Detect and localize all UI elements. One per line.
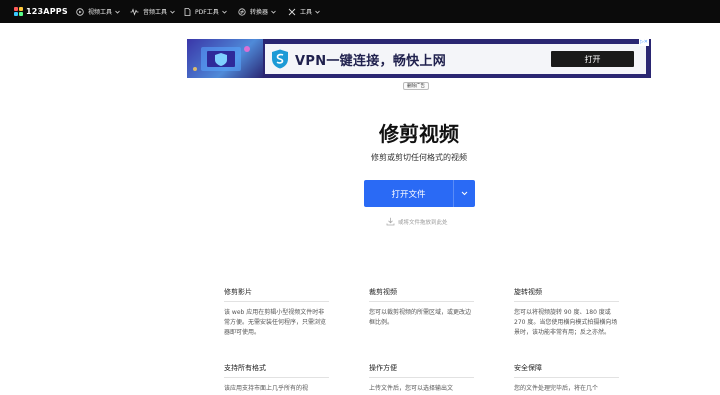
feature-title: 安全保障 [514,363,619,378]
feature-title: 支持所有格式 [224,363,329,378]
drop-zone-hint[interactable]: 或将文件拖放到此处 [386,217,448,226]
feature-title: 修剪影片 [224,287,329,302]
open-options-dropdown[interactable] [454,180,475,207]
download-icon [386,217,395,226]
page-title: 修剪视频 [379,122,459,146]
drop-hint-text: 或将文件拖放到此处 [398,219,448,226]
feature-description: 您的文件处理完毕后，将在几个 [514,385,599,392]
logo-text: 123APPS [26,7,68,16]
nav-label: 转换器 [250,9,269,16]
feature-description: 该应用支持市面上几乎所有的视 [224,385,309,392]
chevron-down-icon [461,191,468,196]
feature-card: 旋转视频 您可以将视频旋转 90 度、180 度或 270 度。当您使用横向模式… [514,287,619,338]
top-nav-bar: 123APPS 视频工具 音频工具 PDF工具 转换器 工具 [0,0,720,23]
nav-label: 工具 [300,9,313,16]
ad-headline: VPN一键连接，畅快上网 [295,53,447,69]
feature-card: 修剪影片 该 web 应用在剪辑小型视频文件时非常方便。无需安装任何程序，只需浏… [224,287,329,338]
nav-audio-tools[interactable]: 音频工具 [130,7,175,16]
nav-label: PDF工具 [195,9,219,16]
chevron-down-icon [170,10,175,14]
nav-label: 音频工具 [143,9,168,16]
nav-tools[interactable]: 工具 [288,7,320,16]
audio-wave-icon [130,7,139,16]
feature-description: 您可以将视频旋转 90 度、180 度或 270 度。当您使用横向模式拍摄横向场… [514,309,618,336]
tools-icon [288,8,296,15]
chevron-down-icon [221,10,227,14]
feature-description: 上传文件后，您可以选择输出文 [369,385,454,392]
logo-mark-icon [14,7,23,16]
open-file-button-group: 打开文件 [364,180,475,207]
nav-label: 视频工具 [88,9,113,16]
chevron-down-icon [271,10,276,14]
remove-ads-button[interactable]: 删除广告 [403,82,429,90]
video-icon [76,7,84,16]
feature-card: 裁剪视频 您可以裁剪视频的所需区域，或更改边框比例。 [369,287,474,328]
ad-panel: VPN一键连接，畅快上网 打开 [265,44,646,74]
chevron-down-icon [115,10,120,14]
feature-card: 操作方便 上传文件后，您可以选择输出文 [369,363,474,394]
chevron-down-icon [315,10,320,14]
feature-description: 该 web 应用在剪辑小型视频文件时非常方便。无需安装任何程序，只需浏览器即可使… [224,309,327,336]
feature-title: 旋转视频 [514,287,619,302]
vpn-shield-icon [272,49,288,69]
nav-converters[interactable]: 转换器 [238,7,276,16]
pdf-document-icon [184,7,191,16]
ad-choices-icon[interactable]: ▷✕ [638,39,649,46]
feature-card: 支持所有格式 该应用支持市面上几乎所有的视 [224,363,329,394]
ad-open-button[interactable]: 打开 [551,51,634,67]
feature-card: 安全保障 您的文件处理完毕后，将在几个 [514,363,619,394]
page-subtitle: 修剪或剪切任何格式的视频 [371,153,467,162]
feature-title: 操作方便 [369,363,474,378]
feature-description: 您可以裁剪视频的所需区域，或更改边框比例。 [369,309,472,326]
feature-title: 裁剪视频 [369,287,474,302]
nav-pdf-tools[interactable]: PDF工具 [184,7,227,16]
nav-video-tools[interactable]: 视频工具 [76,7,120,16]
open-file-button[interactable]: 打开文件 [364,180,453,207]
app-logo[interactable]: 123APPS [14,7,76,16]
ad-illustration [187,39,263,78]
ad-banner[interactable]: VPN一键连接，畅快上网 打开 ▷✕ [187,39,651,78]
convert-arrows-icon [238,7,246,16]
